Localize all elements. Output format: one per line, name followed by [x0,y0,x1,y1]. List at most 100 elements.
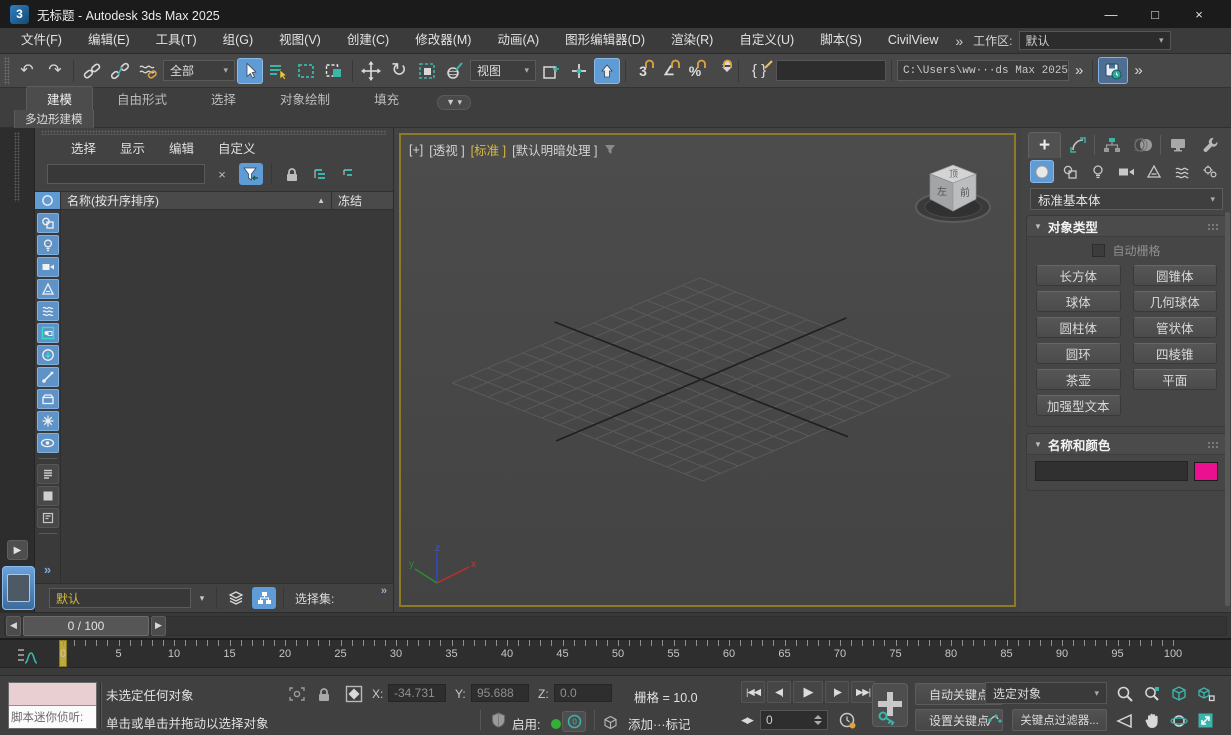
category-shapes[interactable] [1058,160,1082,183]
menu-item-10[interactable]: 自定义(U) [726,28,807,53]
display-spacewarps-toggle[interactable] [37,301,59,321]
select-and-scale-button[interactable] [414,58,440,84]
scene-object-list[interactable] [61,210,393,583]
dock-drag-handle[interactable] [14,132,20,202]
select-and-link-button[interactable] [79,58,105,84]
display-cameras-toggle[interactable] [37,257,59,277]
object-color-swatch[interactable] [1194,462,1218,481]
object-type-rollout-header[interactable]: ▼ 对象类型 [1027,216,1226,237]
edit-named-selection-sets-button[interactable]: { } [744,59,774,83]
close-button[interactable]: × [1177,1,1221,28]
toolbar-drag-handle[interactable] [4,57,10,85]
minimize-button[interactable]: — [1089,1,1133,28]
spinner-snap-toggle-button[interactable] [709,59,733,83]
isolate-selection-icon[interactable] [287,684,307,704]
y-coord-field[interactable]: 95.688 [471,684,529,702]
select-and-rotate-button[interactable]: ↻ [386,58,412,84]
display-xrefs-toggle[interactable] [37,345,59,365]
primitive-button-9[interactable]: 平面 [1133,369,1218,390]
redo-button[interactable]: ↷ [42,58,68,84]
category-lights[interactable] [1086,160,1110,183]
display-containers-toggle[interactable] [37,389,59,409]
explorer-menu-1[interactable]: 显示 [108,138,157,157]
key-mode-toggle[interactable]: ◀▶ [737,710,757,730]
menu-item-11[interactable]: 脚本(S) [807,28,875,53]
rollout-grip[interactable] [1207,223,1219,230]
menu-item-0[interactable]: 文件(F) [8,28,75,53]
rectangular-selection-region-button[interactable] [293,58,319,84]
ribbon-tab-1[interactable]: 自由形式 [97,87,187,110]
angle-snap-toggle-button[interactable]: ∠ [657,59,681,83]
field-of-view-icon[interactable] [1112,708,1137,733]
tab-motion[interactable] [1128,132,1159,158]
snap-toggle-3d-button[interactable]: 3 [631,59,655,83]
frozen-column-header[interactable]: 冻结 [331,192,393,209]
menu-item-2[interactable]: 工具(T) [143,28,210,53]
mini-curve-editor-icon[interactable] [16,647,38,667]
menu-item-8[interactable]: 图形编辑器(D) [552,28,658,53]
explorer-menu-2[interactable]: 编辑 [157,138,206,157]
ribbon-tab-0[interactable]: 建模 [26,86,93,110]
go-to-start-button[interactable]: |◀◀ [741,681,765,703]
display-lights-toggle[interactable] [37,235,59,255]
tab-display[interactable] [1162,132,1193,158]
viewport-layout-tab[interactable] [2,566,35,610]
per-view-filter-icon[interactable] [604,144,616,155]
display-geometry-toggle[interactable] [35,192,61,209]
zoom-all-icon[interactable] [1139,681,1164,706]
listener-script-line[interactable]: 脚本迷你侦听: [9,706,96,728]
selection-filter-dropdown[interactable]: 全部 ▾ [163,60,235,81]
autogrid-checkbox[interactable] [1092,244,1105,257]
name-color-rollout-header[interactable]: ▼ 名称和颜色 [1027,434,1226,455]
command-panel-scrollbar[interactable] [1225,212,1230,606]
x-coord-field[interactable]: -34.731 [388,684,446,702]
footer-overflow-chevron[interactable]: » [381,585,387,597]
tab-modify[interactable] [1062,132,1093,158]
save-with-clock-icon[interactable] [1098,57,1128,84]
menu-item-5[interactable]: 创建(C) [334,28,402,53]
workspace-dropdown[interactable]: 默认 ▾ [1019,31,1171,50]
maximize-viewport-toggle-icon[interactable] [1193,708,1218,733]
add-time-tag-label[interactable]: 添加···标记 [628,714,691,733]
viewport-shading-menu[interactable]: [默认明暗处理 ] [512,140,597,159]
filter-icon[interactable] [239,163,263,185]
ribbon-tab-2[interactable]: 选择 [191,87,256,110]
time-slider-track[interactable] [4,616,1227,636]
detail-view-button[interactable] [37,508,59,528]
display-helpers-toggle[interactable] [37,279,59,299]
expand-tree-icon[interactable] [309,163,333,185]
display-bones-toggle[interactable] [37,367,59,387]
strip-overflow-chevron[interactable]: » [44,562,51,577]
menu-item-4[interactable]: 视图(V) [266,28,334,53]
menu-overflow-chevron[interactable]: » [955,33,963,49]
rollout-grip[interactable] [1207,441,1219,448]
menu-item-1[interactable]: 编辑(E) [75,28,143,53]
menu-item-9[interactable]: 渲染(R) [658,28,726,53]
primitive-button-6[interactable]: 圆环 [1036,343,1121,364]
play-button[interactable]: ▶ [793,681,823,703]
keyboard-shortcut-override-toggle[interactable] [594,58,620,84]
unlink-button[interactable] [107,58,133,84]
object-name-input[interactable] [1035,461,1188,481]
reference-coordinate-dropdown[interactable]: 视图 ▾ [470,60,536,81]
list-view-button[interactable] [37,464,59,484]
select-and-manipulate-button[interactable] [566,58,592,84]
explorer-preset-dropdown[interactable]: 默认 [49,588,191,608]
viewport-render-preset-menu[interactable]: [标准 ] [471,140,506,159]
display-groups-toggle[interactable] [37,323,59,343]
orbit-icon[interactable] [1166,708,1191,733]
select-object-button[interactable] [237,58,263,84]
display-shapes-toggle[interactable] [37,213,59,233]
clear-search-icon[interactable]: × [210,163,234,185]
zoom-extents-icon[interactable] [1166,681,1191,706]
hierarchy-view-icon[interactable] [252,587,276,609]
explorer-menu-0[interactable]: 选择 [59,138,108,157]
ribbon-minimize-dropdown[interactable]: ▼ ▾ [437,95,471,110]
menu-item-3[interactable]: 组(G) [210,28,267,53]
explorer-menu-3[interactable]: 自定义 [206,138,268,157]
key-selection-dropdown[interactable]: 选定对象 ▾ [985,682,1107,704]
ribbon-panel-tab-polymodeling[interactable]: 多边形建模 [14,110,94,130]
maxscript-mini-listener[interactable]: 脚本迷你侦听: [8,682,97,729]
primitive-button-1[interactable]: 圆锥体 [1133,265,1218,286]
collapse-tree-icon[interactable] [338,163,362,185]
